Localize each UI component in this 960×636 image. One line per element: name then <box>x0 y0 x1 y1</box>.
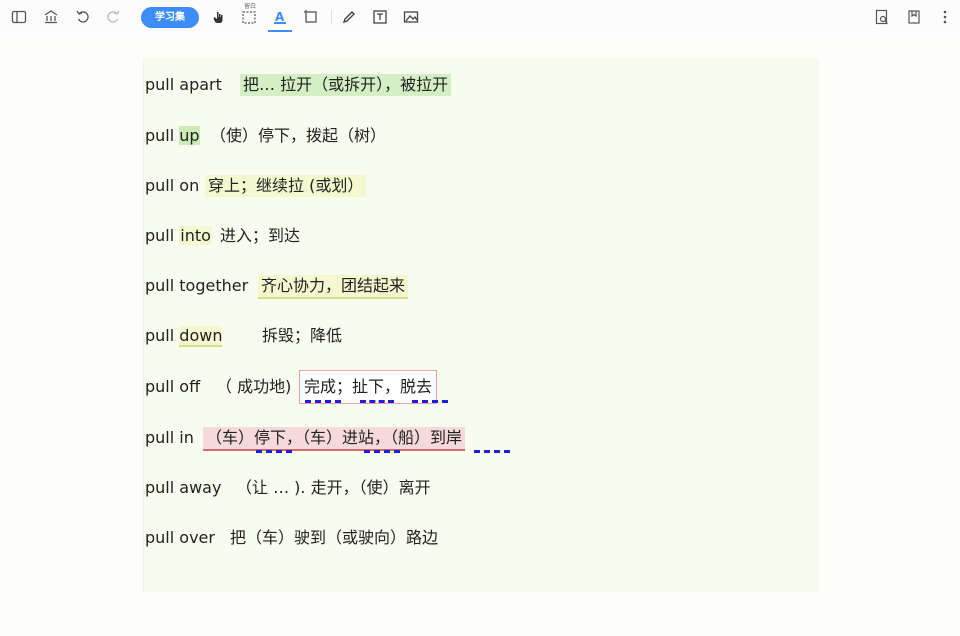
sidebar-toggle-icon[interactable] <box>10 8 28 26</box>
meaning-pull-down: 拆毁；降低 <box>262 326 343 345</box>
redo-icon[interactable] <box>104 8 122 26</box>
library-icon[interactable] <box>42 8 60 26</box>
phrase-pull-apart: pull apart <box>145 75 222 94</box>
phrase-word-highlight: up <box>179 126 200 145</box>
note-pull-off: （ 成功地) <box>216 377 292 396</box>
meaning-pull-away: （让 … ). 走开，（使）离开 <box>236 478 431 497</box>
phrase-pull-off: pull off <box>145 377 201 396</box>
phrase-pull-into: pull into <box>145 226 212 245</box>
dash-underline <box>364 450 400 453</box>
bookmark-icon[interactable] <box>905 8 923 26</box>
toolbar-divider <box>331 10 332 24</box>
pen-icon[interactable] <box>340 8 358 26</box>
active-tool-indicator <box>268 30 292 32</box>
meaning-pull-in: （车）停下，（车）进站，（船）到岸 <box>203 427 466 451</box>
undo-icon[interactable] <box>74 8 92 26</box>
dash-underline <box>474 450 510 453</box>
phrase-pull-up: pull up <box>145 126 200 145</box>
text-box-icon[interactable] <box>371 8 389 26</box>
image-icon[interactable] <box>402 8 420 26</box>
search-doc-icon[interactable] <box>873 8 891 26</box>
dash-underline <box>412 400 448 403</box>
rect-select-icon[interactable] <box>302 8 320 26</box>
phrase-pull-away: pull away <box>145 478 222 497</box>
dash-underline <box>305 400 341 403</box>
meaning-pull-over: 把（车）驶到（或驶向）路边 <box>230 528 439 547</box>
study-set-button[interactable]: 学习集 <box>141 7 199 28</box>
phrase-pull-over: pull over <box>145 528 215 547</box>
top-toolbar: 学习集 留白 A <box>0 0 960 34</box>
dash-underline <box>360 400 394 403</box>
highlight-text-icon[interactable]: A <box>271 8 289 26</box>
whitespace-icon[interactable] <box>240 8 258 26</box>
phrase-pull-in: pull in <box>145 428 194 447</box>
svg-text:A: A <box>275 10 285 24</box>
meaning-pull-up: （使）停下，拨起（树） <box>210 126 387 145</box>
hand-icon[interactable] <box>210 8 228 26</box>
meaning-pull-off: 完成；扯下，脱去 <box>299 370 438 404</box>
more-icon[interactable] <box>936 8 954 26</box>
phrase-word-highlight: into <box>179 226 212 245</box>
meaning-pull-together: 齐心协力，团结起来 <box>258 275 409 299</box>
dash-underline <box>256 450 292 453</box>
phrase-word-highlight: down <box>179 326 223 347</box>
phrase-pull-together: pull together <box>145 276 249 295</box>
meaning-pull-into: 进入；到达 <box>220 226 301 245</box>
document-canvas <box>0 34 960 636</box>
phrase-pull-on: pull on <box>145 176 200 195</box>
meaning-pull-apart: 把… 拉开（或拆开），被拉开 <box>240 74 452 96</box>
phrase-pull-down: pull down <box>145 326 223 347</box>
meaning-pull-on: 穿上；继续拉 (或划） <box>205 175 367 197</box>
